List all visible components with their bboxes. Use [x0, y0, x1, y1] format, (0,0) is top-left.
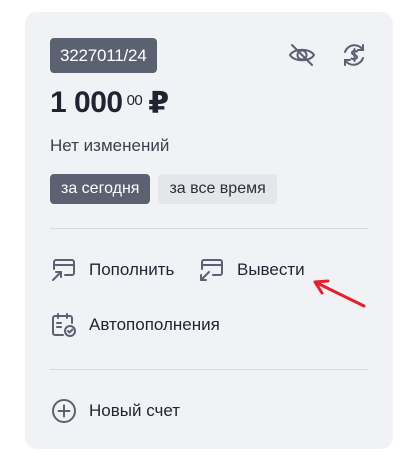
new-account-label: Новый счет [89, 401, 181, 420]
balance-amount: 1 000 00 ₽ [50, 86, 169, 121]
withdraw-button[interactable]: Вывести [197, 255, 305, 285]
calendar-clock-icon [49, 310, 79, 340]
plus-circle-icon [49, 396, 79, 426]
withdraw-label: Вывести [237, 260, 305, 279]
card-toolbar [285, 38, 371, 72]
card-in-icon [49, 255, 79, 285]
balance-currency: ₽ [148, 87, 169, 120]
period-selector: за сегодня за все время [50, 174, 277, 204]
balance-cents: 00 [126, 92, 143, 109]
new-account-button[interactable]: Новый счет [49, 396, 180, 426]
eye-off-icon[interactable] [285, 38, 319, 72]
currency-exchange-icon[interactable] [337, 38, 371, 72]
period-today-chip[interactable]: за сегодня [50, 174, 151, 204]
card-out-icon [197, 255, 227, 285]
topup-label: Пополнить [89, 260, 175, 279]
autotopup-button[interactable]: Автопополнения [49, 310, 220, 340]
topup-button[interactable]: Пополнить [49, 255, 174, 285]
autotopup-label: Автопополнения [89, 315, 220, 334]
divider [50, 228, 368, 229]
account-card: 3227011/24 1 000 00 ₽ Нет изменений за с… [25, 12, 393, 449]
balance-change-text: Нет изменений [50, 136, 170, 155]
balance-integer: 1 000 [50, 86, 123, 119]
account-number-badge: 3227011/24 [50, 38, 157, 73]
divider [50, 369, 368, 370]
period-all-time-chip[interactable]: за все время [158, 174, 277, 204]
annotation-arrow-icon [313, 279, 366, 308]
